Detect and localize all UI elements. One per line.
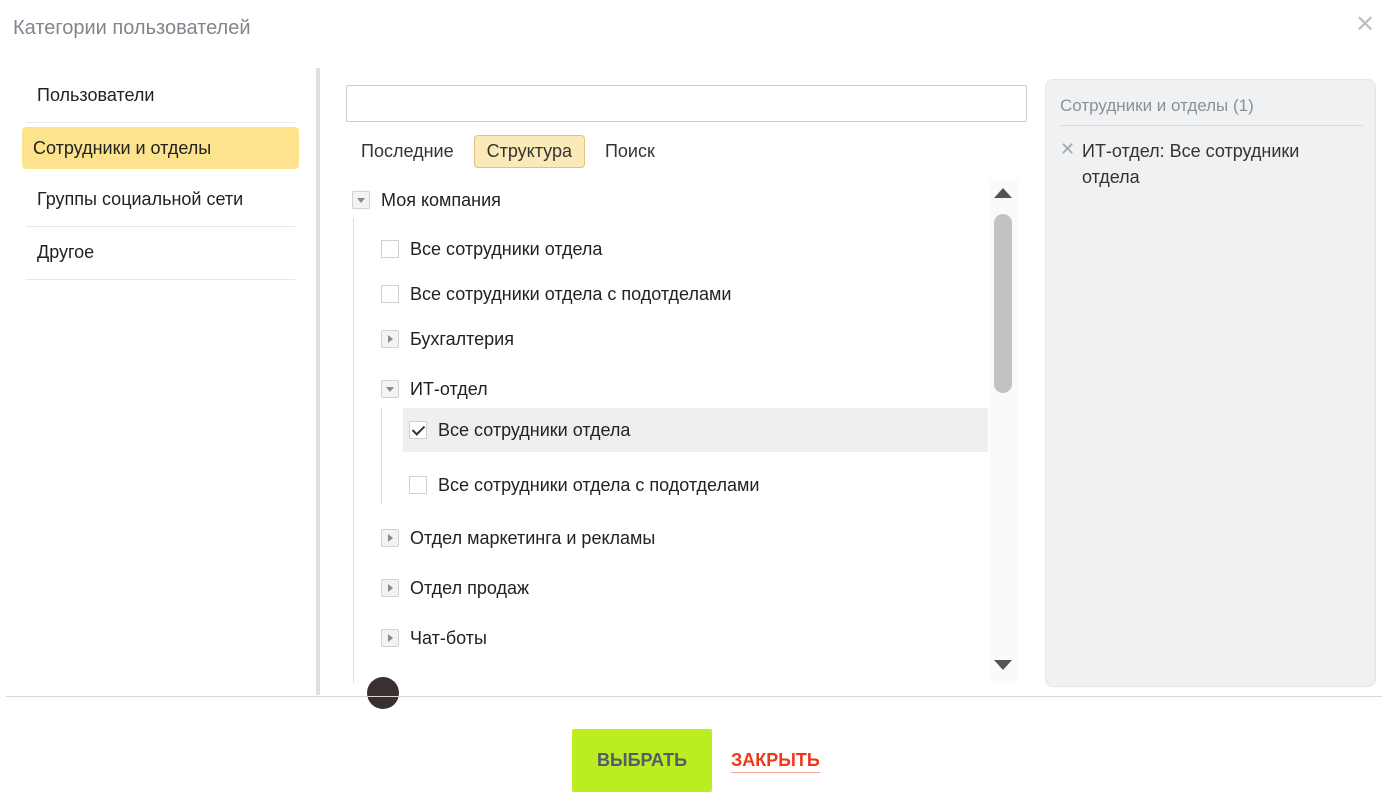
tree-node-company[interactable]: Моя компания bbox=[352, 178, 501, 222]
category-other[interactable]: Другое bbox=[26, 227, 295, 280]
category-users[interactable]: Пользователи bbox=[26, 70, 295, 123]
category-social-groups[interactable]: Группы социальной сети bbox=[26, 174, 295, 227]
select-button[interactable]: ВЫБРАТЬ bbox=[572, 729, 712, 792]
selected-item: ✕ ИТ-отдел: Все сотрудники отдела bbox=[1060, 138, 1360, 190]
category-employees-departments[interactable]: Сотрудники и отделы bbox=[22, 127, 299, 169]
selected-panel: Сотрудники и отделы (1) ✕ ИТ-отдел: Все … bbox=[1045, 79, 1376, 687]
expand-arrow-icon[interactable] bbox=[381, 529, 399, 547]
vertical-divider[interactable] bbox=[316, 68, 320, 695]
tab-search[interactable]: Поиск bbox=[593, 135, 667, 168]
categories-list: Пользователи Сотрудники и отделы Группы … bbox=[22, 70, 299, 280]
dialog-title: Категории пользователей bbox=[13, 17, 251, 39]
tree-item-it-all[interactable]: Все сотрудники отдела bbox=[403, 408, 988, 452]
scroll-down-arrow-icon[interactable] bbox=[994, 660, 1012, 670]
checkbox[interactable] bbox=[381, 285, 399, 303]
structure-tree: Моя компания Все сотрудники отдела Все с… bbox=[346, 178, 991, 683]
tree-scroll-thumb[interactable] bbox=[994, 214, 1012, 393]
search-input[interactable] bbox=[346, 85, 1027, 122]
selected-header: Сотрудники и отделы (1) bbox=[1060, 96, 1363, 126]
expand-arrow-icon[interactable] bbox=[381, 330, 399, 348]
remove-icon[interactable]: ✕ bbox=[1060, 138, 1075, 190]
tree-node-marketing[interactable]: Отдел маркетинга и рекламы bbox=[381, 516, 655, 560]
footer-divider bbox=[6, 696, 1382, 697]
tab-recent[interactable]: Последние bbox=[349, 135, 466, 168]
expand-arrow-icon[interactable] bbox=[381, 579, 399, 597]
tree-node-chatbots[interactable]: Чат-боты bbox=[381, 616, 487, 660]
expand-arrow-icon[interactable] bbox=[381, 629, 399, 647]
tree-item-company-all[interactable]: Все сотрудники отдела bbox=[381, 227, 602, 271]
avatar bbox=[367, 677, 399, 709]
selected-item-label: ИТ-отдел: Все сотрудники отдела bbox=[1082, 141, 1300, 187]
tabs: Последние Структура Поиск bbox=[349, 134, 675, 168]
tree-item-it-all-sub[interactable]: Все сотрудники отдела с подотделами bbox=[409, 463, 759, 507]
tree-node-accounting[interactable]: Бухгалтерия bbox=[381, 317, 514, 361]
collapse-arrow-icon[interactable] bbox=[381, 380, 399, 398]
checkbox[interactable] bbox=[381, 240, 399, 258]
tab-structure[interactable]: Структура bbox=[473, 134, 585, 168]
tree-node-it[interactable]: ИТ-отдел bbox=[381, 367, 488, 411]
checkbox[interactable] bbox=[409, 476, 427, 494]
checkbox-checked[interactable] bbox=[409, 421, 427, 439]
tree-node-sales[interactable]: Отдел продаж bbox=[381, 566, 529, 610]
collapse-arrow-icon[interactable] bbox=[352, 191, 370, 209]
close-button[interactable]: ЗАКРЫТЬ bbox=[731, 748, 820, 773]
scroll-up-arrow-icon[interactable] bbox=[994, 188, 1012, 198]
tree-item-company-all-sub[interactable]: Все сотрудники отдела с подотделами bbox=[381, 272, 731, 316]
close-icon[interactable]: ✕ bbox=[1354, 13, 1376, 37]
